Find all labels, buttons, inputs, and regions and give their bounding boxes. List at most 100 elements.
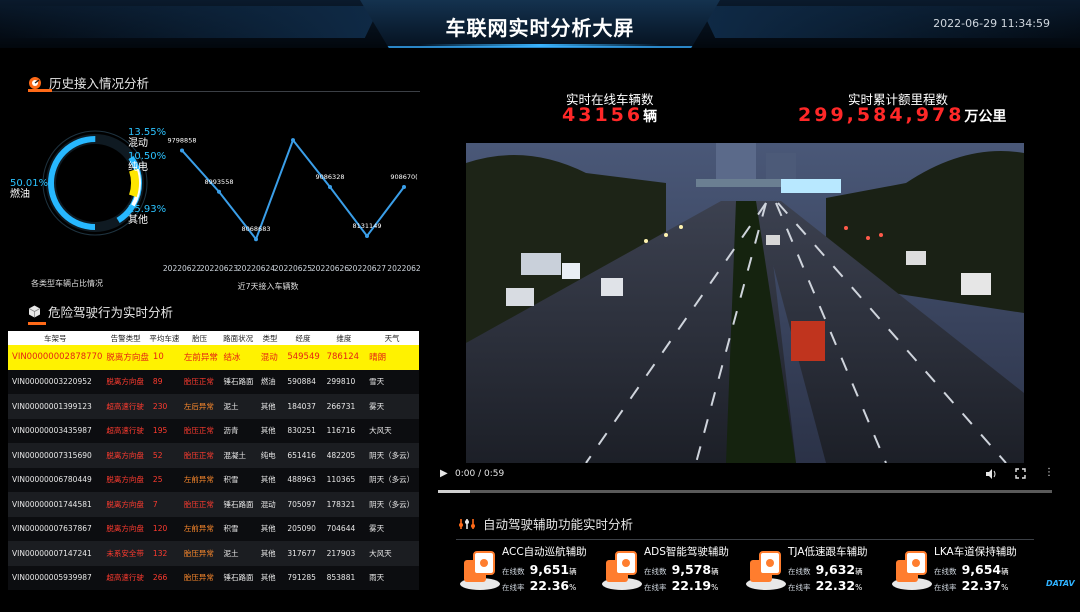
- table-cell: 左后异常: [179, 394, 220, 419]
- table-row[interactable]: VIN00000007637867 脱离方向盘 120 左前异常 积雪 其他 205090 7…: [8, 516, 419, 541]
- table-row[interactable]: VIN00000001744581 脱离方向盘 7 胎压正常 锤石路面 混动 705097 1…: [8, 492, 419, 517]
- table-row[interactable]: VIN00000002878770 脱离方向盘 10 左前异常 结冰 混动 549549 78…: [8, 345, 419, 370]
- table-cell: 791285: [283, 565, 323, 590]
- play-button[interactable]: ▶: [440, 468, 448, 479]
- table-cell: 脱离方向盘: [102, 443, 149, 468]
- table-cell: 其他: [256, 467, 284, 492]
- adas-device-icon: [892, 551, 932, 590]
- table-header-cell: 车架号: [8, 331, 103, 345]
- adas-rate-value: 22.36: [529, 578, 570, 593]
- table-row[interactable]: VIN00000006780449 脱离方向盘 25 左前异常 积雪 其他 488963 11…: [8, 467, 419, 492]
- table-cell: 积雪: [219, 516, 257, 541]
- x-tick-label: 20220626: [311, 264, 349, 273]
- adas-rate-value: 22.37: [961, 578, 1002, 593]
- online-vehicles-value: 43156: [562, 104, 644, 126]
- table-cell: 其他: [256, 418, 284, 443]
- table-cell: 未系安全带: [102, 541, 149, 566]
- table-cell: 132: [148, 541, 180, 566]
- table-header-row: 车架号 告警类型 平均车速 胎压 路面状况 类型 经度 维度 天气: [8, 331, 419, 345]
- adas-name: ACC自动巡航辅助: [502, 546, 587, 558]
- cube-icon: [28, 305, 41, 318]
- table-cell: 胎压正常: [179, 369, 220, 394]
- table-cell: 纯电: [256, 443, 284, 468]
- table-cell: 205090: [283, 516, 323, 541]
- volume-icon[interactable]: [985, 468, 997, 483]
- table-cell: 704644: [322, 516, 366, 541]
- table-cell: 沥青: [219, 418, 257, 443]
- table-cell: 25: [148, 467, 180, 492]
- table-cell: 积雪: [219, 467, 257, 492]
- table-cell: 超高速行驶: [102, 418, 149, 443]
- table-cell: VIN00000007315690: [8, 443, 103, 468]
- table-header-cell: 类型: [256, 331, 284, 345]
- table-cell: 阴天（多云）: [365, 443, 419, 468]
- table-cell: 217903: [322, 541, 366, 566]
- table-header-cell: 路面状况: [219, 331, 257, 345]
- line-point: [291, 138, 295, 143]
- table-cell: VIN00000007147241: [8, 541, 103, 566]
- table-cell: 燃油: [256, 369, 284, 394]
- danger-accent-bar: [28, 322, 46, 325]
- table-cell: 大风天: [365, 541, 419, 566]
- header-wing-left: [0, 6, 380, 38]
- history-accent-bar: [28, 89, 52, 92]
- header-glow-line: [420, 44, 660, 47]
- table-cell: 230: [148, 394, 180, 419]
- line-point: [328, 185, 332, 190]
- table-row[interactable]: VIN00000007315690 脱离方向盘 52 胎压正常 混凝土 纯电 651416 4…: [8, 443, 419, 468]
- table-cell: 549549: [283, 345, 323, 370]
- video-progress-track[interactable]: [438, 490, 1052, 493]
- adas-section-title: 自动驾驶辅助功能实时分析: [458, 514, 633, 533]
- table-cell: 左前异常: [179, 467, 220, 492]
- table-cell: 锤石路面: [219, 369, 257, 394]
- x-tick-label: 2022062: [387, 264, 421, 273]
- table-cell: VIN00000001399123: [8, 394, 103, 419]
- fullscreen-icon[interactable]: [1015, 468, 1026, 482]
- danger-table: 车架号 告警类型 平均车速 胎压 路面状况 类型 经度 维度 天气 VIN00000002878…: [8, 331, 419, 590]
- adas-name: ADS智能驾驶辅助: [644, 546, 729, 558]
- table-cell: 脱离方向盘: [102, 369, 149, 394]
- table-cell: 110365: [322, 467, 366, 492]
- table-cell: VIN00000006780449: [8, 467, 103, 492]
- adas-rate-label: 在线率: [934, 583, 957, 592]
- data-label: 9798858: [168, 136, 197, 144]
- adas-card: TJA低速跟车辅助 在线数 9,632辆 在线率 22.32%: [744, 540, 884, 600]
- adas-title-text: 自动驾驶辅助功能实时分析: [483, 517, 634, 532]
- table-cell: 853881: [322, 565, 366, 590]
- table-header-cell: 平均车速: [148, 331, 180, 345]
- adas-rate-unit: %: [711, 583, 719, 592]
- adas-card: ACC自动巡航辅助 在线数 9,651辆 在线率 22.36%: [458, 540, 598, 600]
- adas-rate-line: 在线率 22.37%: [934, 575, 1008, 594]
- table-row[interactable]: VIN00000003435987 超高速行驶 195 胎压正常 沥青 其他 830251 1…: [8, 418, 419, 443]
- table-header-cell: 胎压: [179, 331, 220, 345]
- adas-rate-line: 在线率 22.32%: [788, 575, 862, 594]
- table-cell: 胎压异常: [179, 565, 220, 590]
- table-cell: 830251: [283, 418, 323, 443]
- table-row[interactable]: VIN00000007147241 未系安全带 132 胎压异常 泥土 其他 317677 2…: [8, 541, 419, 566]
- table-cell: VIN00000002878770: [8, 345, 103, 370]
- table-cell: 116716: [322, 418, 366, 443]
- table-cell: 590884: [283, 369, 323, 394]
- mileage-unit: 万公里: [964, 109, 1007, 125]
- table-row[interactable]: VIN00000005939987 超高速行驶 266 胎压异常 锤石路面 其他 79128…: [8, 565, 419, 590]
- table-cell: 其他: [256, 394, 284, 419]
- table-cell: 晴朗: [365, 345, 419, 370]
- table-cell: 705097: [283, 492, 323, 517]
- table-cell: 184037: [283, 394, 323, 419]
- data-label: 8993558: [205, 178, 234, 186]
- adas-card: ADS智能驾驶辅助 在线数 9,578辆 在线率 22.19%: [600, 540, 740, 600]
- more-options-icon[interactable]: ⋮: [1044, 467, 1054, 478]
- adas-rate-value: 22.19: [671, 578, 712, 593]
- table-cell: VIN00000005939987: [8, 565, 103, 590]
- x-axis-caption: 近7天接入车辆数: [237, 281, 298, 291]
- table-row[interactable]: VIN00000001399123 超高速行驶 230 左后异常 泥土 其他 184037 2…: [8, 394, 419, 419]
- adjust-sliders-icon: [459, 518, 475, 529]
- table-cell: 786124: [322, 345, 366, 370]
- table-row[interactable]: VIN00000003220952 脱离方向盘 89 胎压正常 锤石路面 燃油 590884…: [8, 369, 419, 394]
- line-point: [254, 237, 258, 242]
- table-cell: 阴天（多云）: [365, 467, 419, 492]
- adas-rate-value: 22.32: [815, 578, 856, 593]
- donut-label-fuel: 50.01% 燃油: [10, 178, 49, 200]
- adas-rate-label: 在线率: [788, 583, 811, 592]
- adas-name: TJA低速跟车辅助: [788, 546, 868, 558]
